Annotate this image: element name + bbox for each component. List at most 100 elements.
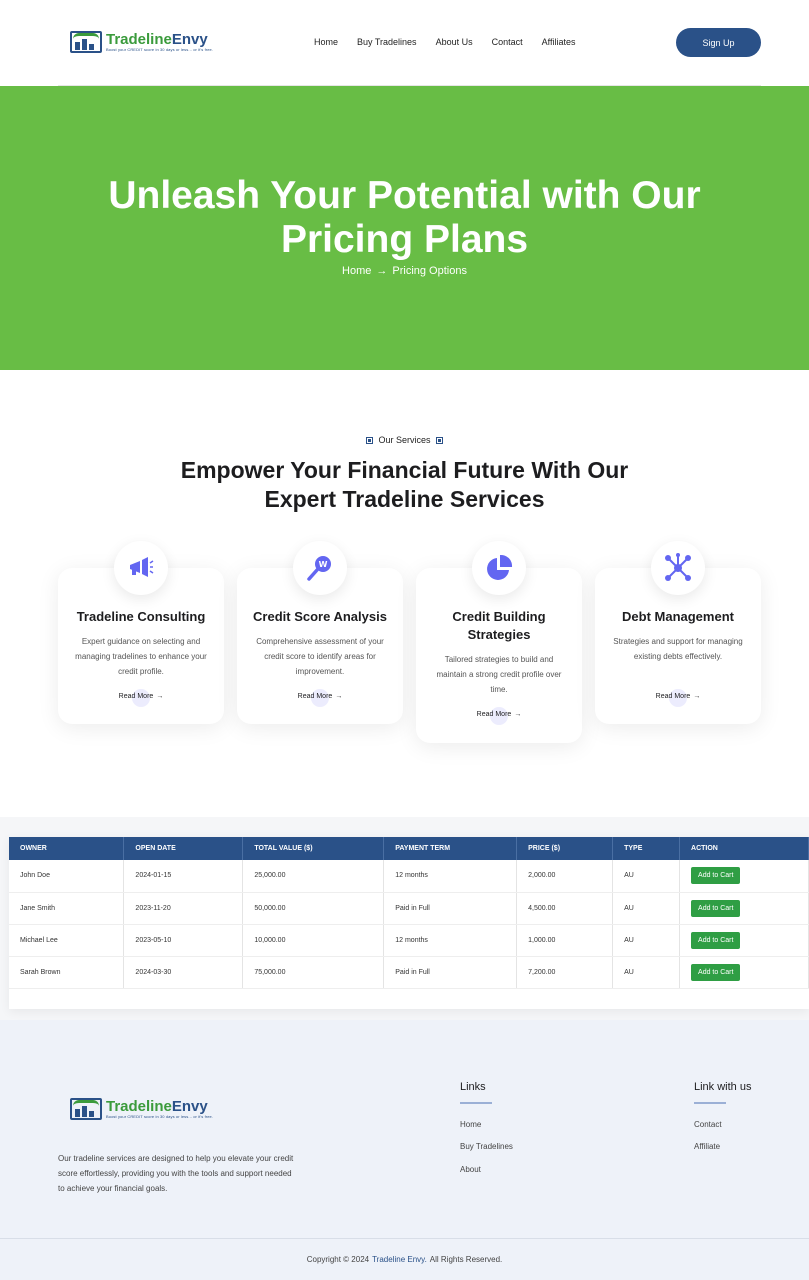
col-open-date: OPEN DATE — [123, 837, 244, 860]
square-bullet-icon — [435, 436, 443, 444]
cell-open-date: 2023-05-10 — [123, 924, 244, 957]
nav-affiliates[interactable]: Affiliates — [542, 37, 576, 47]
cell-open-date: 2024-01-15 — [123, 860, 244, 893]
tradelines-table: OWNER OPEN DATE TOTAL VALUE ($) PAYMENT … — [9, 837, 809, 989]
table-row: Michael Lee 2023-05-10 10,000.00 12 mont… — [9, 924, 809, 957]
card-description: Expert guidance on selecting and managin… — [75, 637, 207, 676]
col-price: PRICE ($) — [516, 837, 614, 860]
card-title: Credit Building Strategies — [452, 609, 546, 642]
table-row: Jane Smith 2023-11-20 50,000.00 Paid in … — [9, 892, 809, 925]
nav-about-us[interactable]: About Us — [436, 37, 473, 47]
cell-open-date: 2024-03-30 — [123, 956, 244, 989]
card-title: Debt Management — [622, 609, 734, 624]
read-more-link[interactable]: Read More → — [416, 711, 582, 718]
megaphone-icon — [114, 541, 168, 595]
table-row: Sarah Brown 2024-03-30 75,000.00 Paid in… — [9, 956, 809, 989]
nav-home[interactable]: Home — [314, 37, 338, 47]
site-header: TradelineEnvy Boost your CREDIT score in… — [0, 0, 809, 86]
footer-link-contact[interactable]: Contact — [694, 1120, 722, 1129]
footer-links-title: Links — [460, 1081, 486, 1093]
eyebrow-label: Our Services — [378, 435, 431, 445]
col-action: ACTION — [679, 837, 809, 860]
read-more-link[interactable]: Read More → — [595, 693, 761, 700]
magnifier-icon: W — [293, 541, 347, 595]
cell-price: 1,000.00 — [516, 924, 614, 957]
nav-buy-tradelines[interactable]: Buy Tradelines — [357, 37, 417, 47]
cell-owner: Sarah Brown — [9, 956, 125, 989]
cell-payment-term: Paid in Full — [383, 892, 518, 925]
cell-type: AU — [612, 860, 681, 893]
add-to-cart-button[interactable]: Add to Cart — [691, 963, 741, 981]
footer-logo[interactable]: TradelineEnvy Boost your CREDIT score in… — [70, 1098, 213, 1120]
card-description: Tailored strategies to build and maintai… — [436, 655, 562, 694]
tradelines-table-section: OWNER OPEN DATE TOTAL VALUE ($) PAYMENT … — [0, 817, 809, 1020]
col-total-value: TOTAL VALUE ($) — [242, 837, 385, 860]
arrow-right-icon: → — [335, 693, 343, 700]
copyright-prefix: Copyright © 2024 — [306, 1255, 370, 1264]
cell-price: 7,200.00 — [516, 956, 614, 989]
hero-title: Unleash Your Potential with Our Pricing … — [108, 174, 701, 261]
breadcrumb: Home → Pricing Options — [0, 265, 809, 277]
footer-description: Our tradeline services are designed to h… — [58, 1154, 294, 1193]
copyright-brand[interactable]: Tradeline Envy. — [372, 1255, 427, 1264]
cell-owner: Michael Lee — [9, 924, 125, 957]
footer-link-buy-tradelines[interactable]: Buy Tradelines — [460, 1142, 513, 1151]
arrow-right-icon: → — [156, 693, 164, 700]
logo-tagline: Boost your CREDIT score in 30 days or le… — [106, 1113, 214, 1119]
table-row: John Doe 2024-01-15 25,000.00 12 months … — [9, 860, 809, 893]
card-title: Tradeline Consulting — [76, 609, 206, 624]
cell-total-value: 75,000.00 — [242, 956, 385, 989]
nav-contact[interactable]: Contact — [492, 37, 523, 47]
logo-tagline: Boost your CREDIT score in 30 days or le… — [106, 46, 214, 52]
col-payment-term: PAYMENT TERM — [383, 837, 518, 860]
cell-total-value: 25,000.00 — [242, 860, 385, 893]
read-more-link[interactable]: Read More → — [237, 693, 403, 700]
card-description: Comprehensive assessment of your credit … — [256, 637, 384, 676]
breadcrumb-arrow-icon: → — [376, 265, 388, 277]
network-icon — [651, 541, 705, 595]
add-to-cart-button[interactable]: Add to Cart — [691, 931, 741, 949]
read-more-link[interactable]: Read More → — [58, 693, 224, 700]
services-title: Empower Your Financial Future With Our E… — [180, 457, 629, 512]
breadcrumb-home[interactable]: Home — [342, 265, 371, 277]
copyright-bar: Copyright © 2024 Tradeline Envy. All Rig… — [0, 1238, 809, 1280]
add-to-cart-button[interactable]: Add to Cart — [691, 867, 741, 885]
col-type: TYPE — [612, 837, 681, 860]
arrow-right-icon: → — [514, 711, 522, 718]
footer-link-affiliate[interactable]: Affiliate — [694, 1142, 720, 1151]
cell-type: AU — [612, 892, 681, 925]
cell-payment-term: 12 months — [383, 860, 518, 893]
cell-action: Add to Cart — [679, 860, 809, 893]
logo-name: TradelineEnvy — [106, 30, 208, 48]
cell-price: 4,500.00 — [516, 892, 614, 925]
footer-links-underline — [460, 1102, 492, 1104]
footer-link-with-us-title: Link with us — [694, 1081, 752, 1093]
footer-link-home[interactable]: Home — [460, 1120, 481, 1129]
cell-price: 2,000.00 — [516, 860, 614, 893]
cell-type: AU — [612, 956, 681, 989]
card-title: Credit Score Analysis — [253, 609, 387, 624]
site-footer: TradelineEnvy Boost your CREDIT score in… — [0, 1020, 809, 1238]
hero-banner: Unleash Your Potential with Our Pricing … — [0, 86, 809, 370]
cell-action: Add to Cart — [679, 924, 809, 957]
add-to-cart-button[interactable]: Add to Cart — [691, 899, 741, 917]
sign-up-button[interactable]: Sign Up — [676, 28, 761, 57]
cell-total-value: 10,000.00 — [242, 924, 385, 957]
copyright-suffix: All Rights Reserved. — [429, 1255, 503, 1264]
breadcrumb-current: Pricing Options — [392, 265, 467, 277]
svg-text:W: W — [319, 560, 328, 569]
cell-owner: John Doe — [9, 860, 125, 893]
col-owner: OWNER — [9, 837, 125, 860]
arrow-right-icon: → — [693, 693, 701, 700]
square-bullet-icon — [366, 436, 374, 444]
cell-payment-term: Paid in Full — [383, 956, 518, 989]
footer-link-about[interactable]: About — [460, 1165, 481, 1174]
table-header-row: OWNER OPEN DATE TOTAL VALUE ($) PAYMENT … — [9, 837, 809, 860]
logo-name: TradelineEnvy — [106, 1097, 208, 1115]
cell-type: AU — [612, 924, 681, 957]
services-eyebrow: Our Services — [0, 435, 809, 445]
cell-payment-term: 12 months — [383, 924, 518, 957]
cell-owner: Jane Smith — [9, 892, 125, 925]
logo-mark-icon — [70, 1098, 102, 1120]
header-logo[interactable]: TradelineEnvy Boost your CREDIT score in… — [70, 31, 213, 53]
